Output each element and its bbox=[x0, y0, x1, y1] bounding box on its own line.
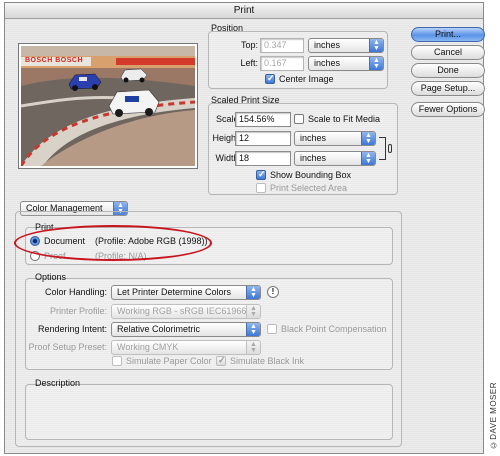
chevron-updown-icon: ▲ ▼ bbox=[369, 39, 383, 52]
info-icon[interactable]: ! bbox=[267, 286, 279, 298]
highlight-ellipse bbox=[14, 225, 212, 261]
height-units-value: inches bbox=[300, 133, 327, 143]
chevron-updown-icon: ▲ ▼ bbox=[246, 341, 260, 354]
dialog-title: Print bbox=[5, 3, 483, 19]
printer-profile-value: Working RGB - sRGB IEC61966... bbox=[117, 306, 254, 316]
color-handling-label: Color Handling: bbox=[44, 287, 107, 297]
top-field[interactable]: 0.347 bbox=[260, 38, 304, 53]
height-field[interactable]: 12 bbox=[235, 131, 291, 146]
proof-setup-value: Working CMYK bbox=[117, 342, 179, 352]
rendering-intent-value: Relative Colorimetric bbox=[117, 324, 201, 334]
chevron-updown-icon: ▲ ▼ bbox=[246, 305, 260, 318]
left-units-value: inches bbox=[314, 58, 341, 68]
rendering-intent-popup[interactable]: Relative Colorimetric ▲ ▼ bbox=[111, 322, 261, 337]
photo-credit: ©DAVE MOSER bbox=[489, 382, 498, 450]
print-selected-area-checkbox[interactable] bbox=[256, 183, 266, 193]
description-group bbox=[25, 384, 393, 440]
show-bounding-box-checkbox[interactable] bbox=[256, 169, 266, 180]
height-units-popup[interactable]: inches ▲ ▼ bbox=[294, 131, 376, 146]
width-units-value: inches bbox=[300, 153, 327, 163]
proof-setup-popup[interactable]: Working CMYK ▲ ▼ bbox=[111, 340, 261, 355]
proportion-bracket bbox=[379, 137, 386, 160]
print-button[interactable]: Print... bbox=[411, 27, 485, 42]
top-units-popup[interactable]: inches ▲ ▼ bbox=[308, 38, 384, 53]
scale-field[interactable]: 154.56% bbox=[235, 112, 291, 127]
show-bounding-box-label: Show Bounding Box bbox=[270, 170, 352, 180]
simulate-ink-label: Simulate Black Ink bbox=[230, 356, 305, 366]
printer-profile-popup[interactable]: Working RGB - sRGB IEC61966... ▲ ▼ bbox=[111, 304, 261, 319]
black-point-checkbox[interactable] bbox=[267, 324, 277, 334]
print-selected-area-label: Print Selected Area bbox=[270, 183, 348, 193]
color-handling-value: Let Printer Determine Colors bbox=[117, 287, 232, 297]
page-setup-button[interactable]: Page Setup... bbox=[411, 81, 485, 96]
printer-profile-label: Printer Profile: bbox=[49, 306, 107, 316]
print-dialog: Print BOSCH BOSCH Position Top: 0.347 in… bbox=[4, 2, 485, 454]
color-handling-popup[interactable]: Let Printer Determine Colors ▲ ▼ bbox=[111, 285, 261, 300]
description-title: Description bbox=[35, 378, 81, 388]
chevron-updown-icon: ▲ ▼ bbox=[361, 132, 375, 145]
simulate-ink-checkbox[interactable] bbox=[216, 355, 226, 366]
proof-setup-label: Proof Setup Preset: bbox=[28, 342, 107, 352]
width-field[interactable]: 18 bbox=[235, 151, 291, 166]
race-car-photo-image bbox=[21, 46, 195, 166]
fewer-options-button[interactable]: Fewer Options bbox=[411, 102, 485, 117]
chain-link-icon[interactable] bbox=[388, 144, 392, 153]
position-group-title: Position bbox=[211, 23, 244, 33]
center-image-label: Center Image bbox=[279, 74, 334, 84]
rendering-intent-label: Rendering Intent: bbox=[37, 324, 107, 334]
left-units-popup[interactable]: inches ▲ ▼ bbox=[308, 56, 384, 71]
center-image-checkbox[interactable] bbox=[265, 73, 275, 84]
options-title: Options bbox=[35, 272, 67, 282]
width-units-popup[interactable]: inches ▲ ▼ bbox=[294, 151, 376, 166]
black-point-label: Black Point Compensation bbox=[281, 324, 387, 334]
simulate-paper-checkbox[interactable] bbox=[112, 356, 122, 366]
done-button[interactable]: Done bbox=[411, 63, 485, 78]
chevron-updown-icon: ▲ ▼ bbox=[246, 323, 260, 336]
chevron-updown-icon: ▲ ▼ bbox=[361, 152, 375, 165]
left-label: Left: bbox=[240, 58, 258, 68]
simulate-paper-label: Simulate Paper Color bbox=[126, 356, 212, 366]
scale-to-fit-label: Scale to Fit Media bbox=[308, 114, 381, 124]
top-units-value: inches bbox=[314, 40, 341, 50]
scale-to-fit-checkbox[interactable] bbox=[294, 114, 304, 124]
preview-photo: BOSCH BOSCH bbox=[21, 46, 195, 166]
scaled-print-size-title: Scaled Print Size bbox=[211, 95, 280, 105]
print-preview: BOSCH BOSCH bbox=[18, 43, 198, 169]
top-label: Top: bbox=[240, 40, 258, 50]
preview-banner-text: BOSCH BOSCH bbox=[25, 57, 84, 64]
chevron-updown-icon: ▲ ▼ bbox=[369, 57, 383, 70]
left-field[interactable]: 0.167 bbox=[260, 56, 304, 71]
chevron-updown-icon: ▲ ▼ bbox=[246, 286, 260, 299]
cancel-button[interactable]: Cancel bbox=[411, 45, 485, 60]
